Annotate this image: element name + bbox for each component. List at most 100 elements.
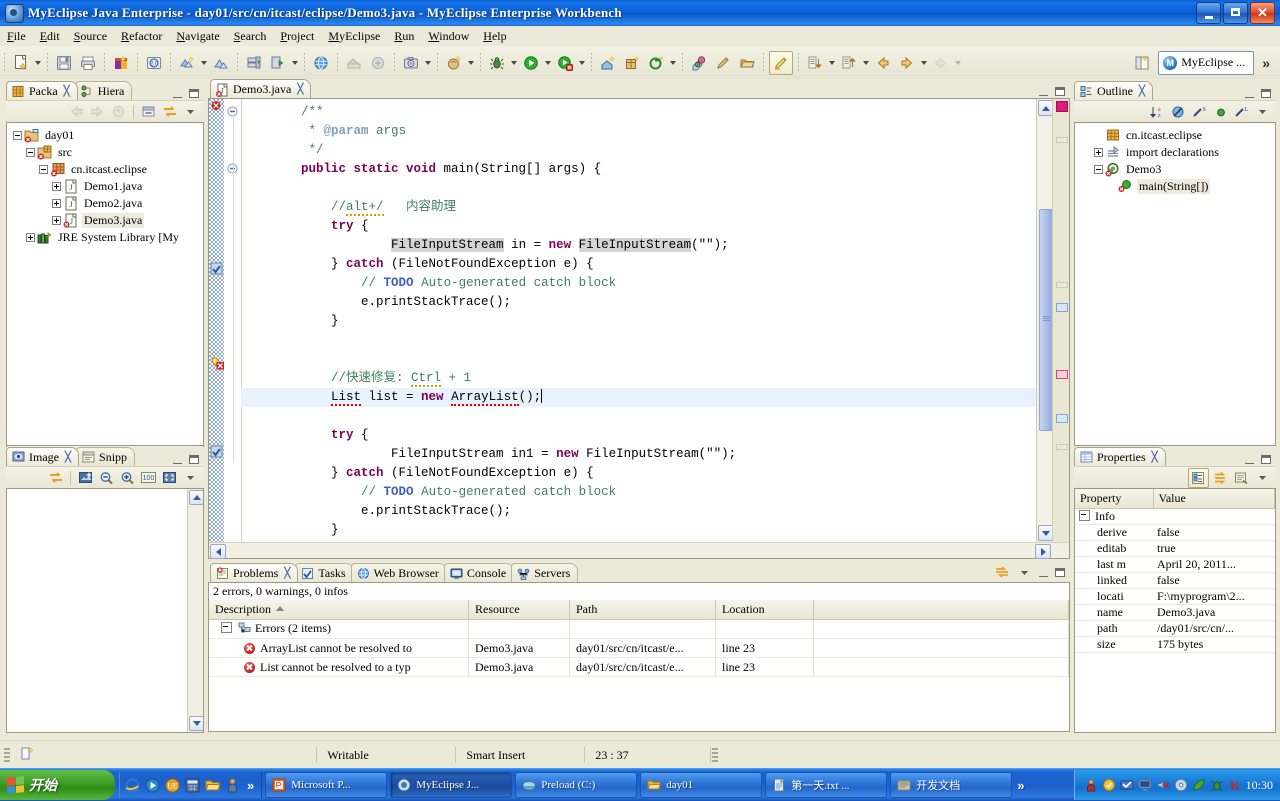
gutter-task-marker-icon[interactable]: [210, 262, 223, 275]
new-package-button[interactable]: [621, 52, 643, 74]
person-icon[interactable]: [224, 777, 241, 794]
column-location[interactable]: Location: [715, 600, 814, 620]
kaspersky-icon[interactable]: K: [1228, 778, 1242, 793]
image-view-vscrollbar[interactable]: [187, 489, 203, 732]
tree-expander-minus[interactable]: [24, 146, 37, 159]
minimize-button[interactable]: [1196, 2, 1221, 24]
view-menu-icon[interactable]: [1015, 563, 1034, 581]
export-button[interactable]: [367, 52, 389, 74]
forward-icon[interactable]: [88, 103, 107, 121]
back-button[interactable]: [872, 52, 894, 74]
internet-explorer-icon[interactable]: [124, 777, 141, 794]
overview-error-marker[interactable]: [1056, 370, 1068, 379]
minimize-view-icon[interactable]: [171, 454, 184, 465]
column-resource[interactable]: Resource: [468, 600, 570, 620]
editor-folding-gutter[interactable]: [224, 99, 242, 558]
properties-table[interactable]: Property Value Info derive false editab true…: [1074, 488, 1276, 733]
properties-row[interactable]: path/day01/src/cn/...: [1075, 620, 1275, 637]
tab-image[interactable]: Image ╳: [6, 447, 80, 466]
gutter-error-marker-icon[interactable]: [210, 99, 223, 112]
actual-size-icon[interactable]: 100: [139, 469, 158, 487]
new-wizard-dropdown[interactable]: [33, 52, 42, 74]
editor-overview-ruler[interactable]: [1052, 99, 1069, 542]
problems-row[interactable]: ArrayList cannot be resolved to Demo3.jav…: [209, 638, 1069, 658]
problems-row[interactable]: List cannot be resolved to a typ Demo3.ja…: [209, 657, 1069, 677]
tab-tasks[interactable]: Tasks: [295, 563, 354, 582]
overview-task-marker[interactable]: [1056, 303, 1068, 312]
zoom-in-icon[interactable]: [118, 469, 137, 487]
taskbar-button[interactable]: Microsoft P...: [265, 772, 388, 798]
tree-item[interactable]: cn.itcast.eclipse: [1079, 127, 1275, 144]
edit-image-icon[interactable]: [76, 469, 95, 487]
menu-refactor[interactable]: Refactor: [114, 27, 169, 46]
editor-marker-gutter[interactable]: [209, 99, 224, 558]
media-icon[interactable]: [144, 777, 161, 794]
view-menu-icon[interactable]: [181, 469, 200, 487]
tab-demo3-java[interactable]: J Demo3.java ╳: [210, 79, 312, 98]
theme-dropdown[interactable]: [466, 52, 475, 74]
maximize-view-icon[interactable]: [1259, 88, 1272, 99]
bug-icon[interactable]: [1210, 778, 1224, 792]
run-server-button[interactable]: [243, 52, 265, 74]
maximize-view-icon[interactable]: [1259, 454, 1272, 465]
tree-expander-plus[interactable]: [24, 231, 37, 244]
view-menu-icon[interactable]: [181, 103, 200, 121]
run-server-dropdown[interactable]: [290, 52, 299, 74]
menu-search[interactable]: Search: [227, 27, 274, 46]
menu-run[interactable]: Run: [387, 27, 421, 46]
code-text-area[interactable]: /** * @param args */ public static void …: [241, 99, 1037, 542]
tab-web-browser[interactable]: Web Browser: [350, 563, 447, 582]
minimize-view-icon[interactable]: [171, 88, 184, 99]
scroll-up-icon[interactable]: [189, 490, 203, 505]
properties-row[interactable]: derive false: [1075, 524, 1275, 541]
calculator-icon[interactable]: [184, 777, 201, 794]
run-last-dropdown[interactable]: [577, 52, 586, 74]
tree-expander-plus[interactable]: [50, 197, 63, 210]
restore-default-icon[interactable]: [1232, 469, 1251, 487]
tree-item[interactable]: src: [11, 144, 203, 161]
scroll-left-icon[interactable]: [210, 544, 226, 559]
snapshot-button[interactable]: [400, 52, 422, 74]
properties-row[interactable]: last m April 20, 2011...: [1075, 556, 1275, 573]
tab-console[interactable]: Console: [443, 563, 515, 582]
menu-project[interactable]: Project: [273, 27, 321, 46]
volume-mute-icon[interactable]: [1156, 778, 1170, 792]
overview-error-marker[interactable]: [1056, 101, 1068, 112]
link-with-editor-icon[interactable]: [160, 103, 179, 121]
debug-button[interactable]: [486, 52, 508, 74]
new-deployment-dropdown[interactable]: [199, 52, 208, 74]
previous-annotation-button[interactable]: [838, 52, 860, 74]
vscroll-thumb[interactable]: [1039, 209, 1053, 431]
hide-nonpublic-icon[interactable]: [1211, 103, 1230, 121]
maximize-editor-icon[interactable]: [1053, 86, 1066, 97]
menu-navigate[interactable]: Navigate: [169, 27, 226, 46]
problems-filter-icon[interactable]: [993, 563, 1012, 581]
run-dropdown[interactable]: [543, 52, 552, 74]
person-icon[interactable]: [1084, 778, 1098, 792]
show-categories-icon[interactable]: [1188, 467, 1209, 488]
hide-fields-icon[interactable]: [1169, 103, 1188, 121]
open-type-button[interactable]: [645, 52, 667, 74]
import-button[interactable]: [343, 52, 365, 74]
overview-marker[interactable]: [1056, 444, 1068, 450]
scroll-down-icon[interactable]: [189, 716, 203, 731]
maximize-view-icon[interactable]: [1053, 567, 1066, 578]
properties-group-row[interactable]: Info: [1075, 508, 1275, 525]
tree-item[interactable]: Demo3: [1079, 161, 1275, 178]
close-icon[interactable]: ╳: [65, 452, 71, 463]
ultraedit-icon[interactable]: UE: [164, 777, 181, 794]
column-path[interactable]: Path: [569, 600, 716, 620]
tree-item[interactable]: JRE System Library [My: [11, 229, 203, 246]
leaf-icon[interactable]: [1192, 778, 1206, 792]
taskbar-button[interactable]: MyEclipse J...: [390, 772, 513, 798]
perspective-myeclipse[interactable]: M MyEclipse ...: [1158, 50, 1255, 75]
column-description[interactable]: Description: [209, 600, 469, 620]
shield-icon[interactable]: [1102, 778, 1116, 792]
forward-dropdown[interactable]: [919, 52, 928, 74]
new-deployment-button[interactable]: [176, 52, 198, 74]
tree-expander-plus[interactable]: [1092, 146, 1105, 159]
tree-item[interactable]: J Demo1.java: [11, 178, 203, 195]
properties-row[interactable]: name Demo3.java: [1075, 604, 1275, 621]
next-annotation-dropdown[interactable]: [827, 52, 836, 74]
tree-expander-plus[interactable]: [50, 180, 63, 193]
